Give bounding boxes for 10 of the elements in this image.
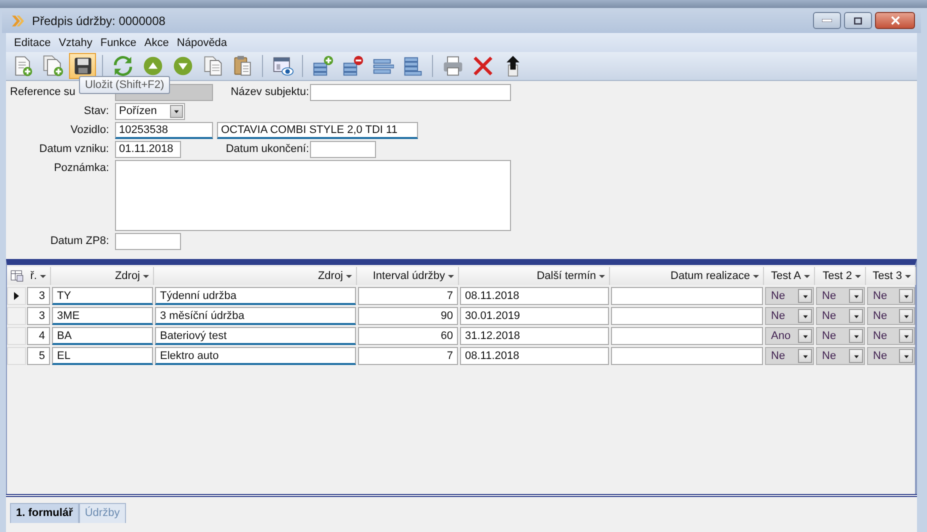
field-label: Datum ZP8: <box>49 234 110 249</box>
tooltip: Uložit (Shift+F2) <box>79 76 170 94</box>
field-label: Reference su <box>10 85 76 100</box>
field-label: Název subjektu: <box>230 85 310 100</box>
field-label: Vozidlo: <box>69 123 110 138</box>
field-label: Stav: <box>82 104 110 119</box>
field-label: Datum vzniku: <box>38 142 110 157</box>
window-title: Předpis údržby: 0000008 <box>32 14 166 28</box>
field-label: Poznámka: <box>52 161 110 176</box>
field-label: Datum ukončení: <box>224 142 310 157</box>
